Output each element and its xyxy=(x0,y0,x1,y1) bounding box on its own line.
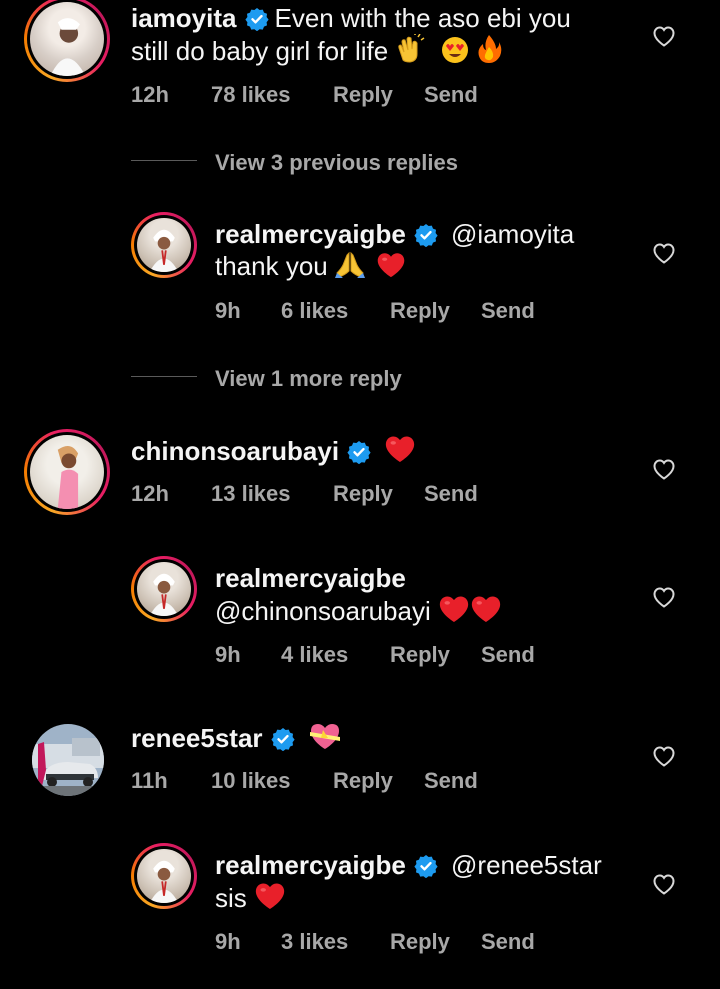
reply-text-line: sis xyxy=(215,881,286,914)
avatar[interactable] xyxy=(131,556,197,622)
folded-hands-emoji xyxy=(334,251,365,286)
reply-text: realmercyaigbe xyxy=(215,562,406,594)
like-count[interactable]: 3 likes xyxy=(281,929,348,955)
username[interactable]: realmercyaigbe xyxy=(215,850,406,880)
verified-badge-icon xyxy=(414,223,438,247)
heart-outline-icon[interactable] xyxy=(651,872,677,896)
send-button[interactable]: Send xyxy=(424,768,478,794)
reply-meta: 9h 3 likes Reply Send xyxy=(215,929,575,957)
divider xyxy=(131,376,197,377)
send-button[interactable]: Send xyxy=(424,481,478,507)
red-heart-emoji xyxy=(470,594,502,624)
comment-text: renee5star xyxy=(131,721,342,758)
like-count[interactable]: 13 likes xyxy=(211,481,291,507)
comment-meta: 11h 10 likes Reply Send xyxy=(131,768,531,796)
red-heart-emoji xyxy=(254,881,286,911)
heart-with-ribbon-emoji xyxy=(308,721,342,758)
reply-button[interactable]: Reply xyxy=(390,929,450,955)
verified-badge-icon xyxy=(347,440,371,464)
heart-outline-icon[interactable] xyxy=(651,585,677,609)
verified-badge-icon xyxy=(271,727,295,751)
comment-meta: 12h 78 likes Reply Send xyxy=(131,82,531,110)
username[interactable]: realmercyaigbe xyxy=(215,219,406,249)
heart-outline-icon[interactable] xyxy=(651,457,677,481)
reply-body: sis xyxy=(215,883,247,913)
like-count[interactable]: 6 likes xyxy=(281,298,348,324)
reply-text: realmercyaigbe @iamoyita xyxy=(215,218,574,250)
username[interactable]: realmercyaigbe xyxy=(215,563,406,593)
avatar[interactable] xyxy=(32,724,104,796)
comment-meta: 12h 13 likes Reply Send xyxy=(131,481,531,509)
mention[interactable]: @chinonsoarubayi xyxy=(215,596,431,626)
view-previous-replies-link[interactable]: View 3 previous replies xyxy=(215,150,458,176)
reply-button[interactable]: Reply xyxy=(390,642,450,668)
send-button[interactable]: Send xyxy=(481,298,535,324)
username[interactable]: iamoyita xyxy=(131,3,237,33)
mention[interactable]: @renee5star xyxy=(451,850,602,880)
clapping-hands-emoji xyxy=(395,33,425,71)
timestamp: 9h xyxy=(215,298,241,323)
red-heart-emoji xyxy=(384,434,416,464)
reply-meta: 9h 6 likes Reply Send xyxy=(215,298,575,326)
reply-button[interactable]: Reply xyxy=(390,298,450,324)
comment-text: iamoyita Even with the aso ebi you xyxy=(131,2,571,34)
like-count[interactable]: 78 likes xyxy=(211,82,291,108)
reply-button[interactable]: Reply xyxy=(333,768,393,794)
mention[interactable]: @iamoyita xyxy=(451,219,574,249)
avatar[interactable] xyxy=(24,429,110,515)
comment-body: Even with the aso ebi you xyxy=(274,3,571,33)
heart-outline-icon[interactable] xyxy=(651,241,677,265)
fire-emoji xyxy=(476,34,502,71)
send-button[interactable]: Send xyxy=(481,929,535,955)
verified-badge-icon xyxy=(414,854,438,878)
heart-eyes-emoji xyxy=(441,36,469,71)
verified-badge-icon xyxy=(245,7,269,31)
reply-text-line: thank you xyxy=(215,250,406,286)
reply-button[interactable]: Reply xyxy=(333,82,393,108)
timestamp: 12h xyxy=(131,82,169,107)
comment-text-line: still do baby girl for life xyxy=(131,33,502,71)
red-heart-emoji xyxy=(438,594,470,624)
comment-body-line2: still do baby girl for life xyxy=(131,36,389,66)
avatar[interactable] xyxy=(24,0,110,82)
send-button[interactable]: Send xyxy=(481,642,535,668)
avatar[interactable] xyxy=(131,212,197,278)
timestamp: 9h xyxy=(215,929,241,954)
send-button[interactable]: Send xyxy=(424,82,478,108)
red-heart-emoji xyxy=(376,251,406,279)
comment-text: chinonsoarubayi xyxy=(131,434,416,467)
username[interactable]: renee5star xyxy=(131,723,263,753)
like-count[interactable]: 4 likes xyxy=(281,642,348,668)
reply-text: realmercyaigbe @renee5star xyxy=(215,849,602,881)
divider xyxy=(131,160,197,161)
heart-outline-icon[interactable] xyxy=(651,744,677,768)
like-count[interactable]: 10 likes xyxy=(211,768,291,794)
heart-outline-icon[interactable] xyxy=(651,24,677,48)
avatar[interactable] xyxy=(131,843,197,909)
reply-text-line: @chinonsoarubayi xyxy=(215,594,502,627)
reply-button[interactable]: Reply xyxy=(333,481,393,507)
view-more-replies-link[interactable]: View 1 more reply xyxy=(215,366,402,392)
username[interactable]: chinonsoarubayi xyxy=(131,436,339,466)
reply-body: thank you xyxy=(215,251,328,281)
timestamp: 12h xyxy=(131,481,169,506)
timestamp: 11h xyxy=(131,768,168,793)
timestamp: 9h xyxy=(215,642,241,667)
reply-meta: 9h 4 likes Reply Send xyxy=(215,642,575,670)
